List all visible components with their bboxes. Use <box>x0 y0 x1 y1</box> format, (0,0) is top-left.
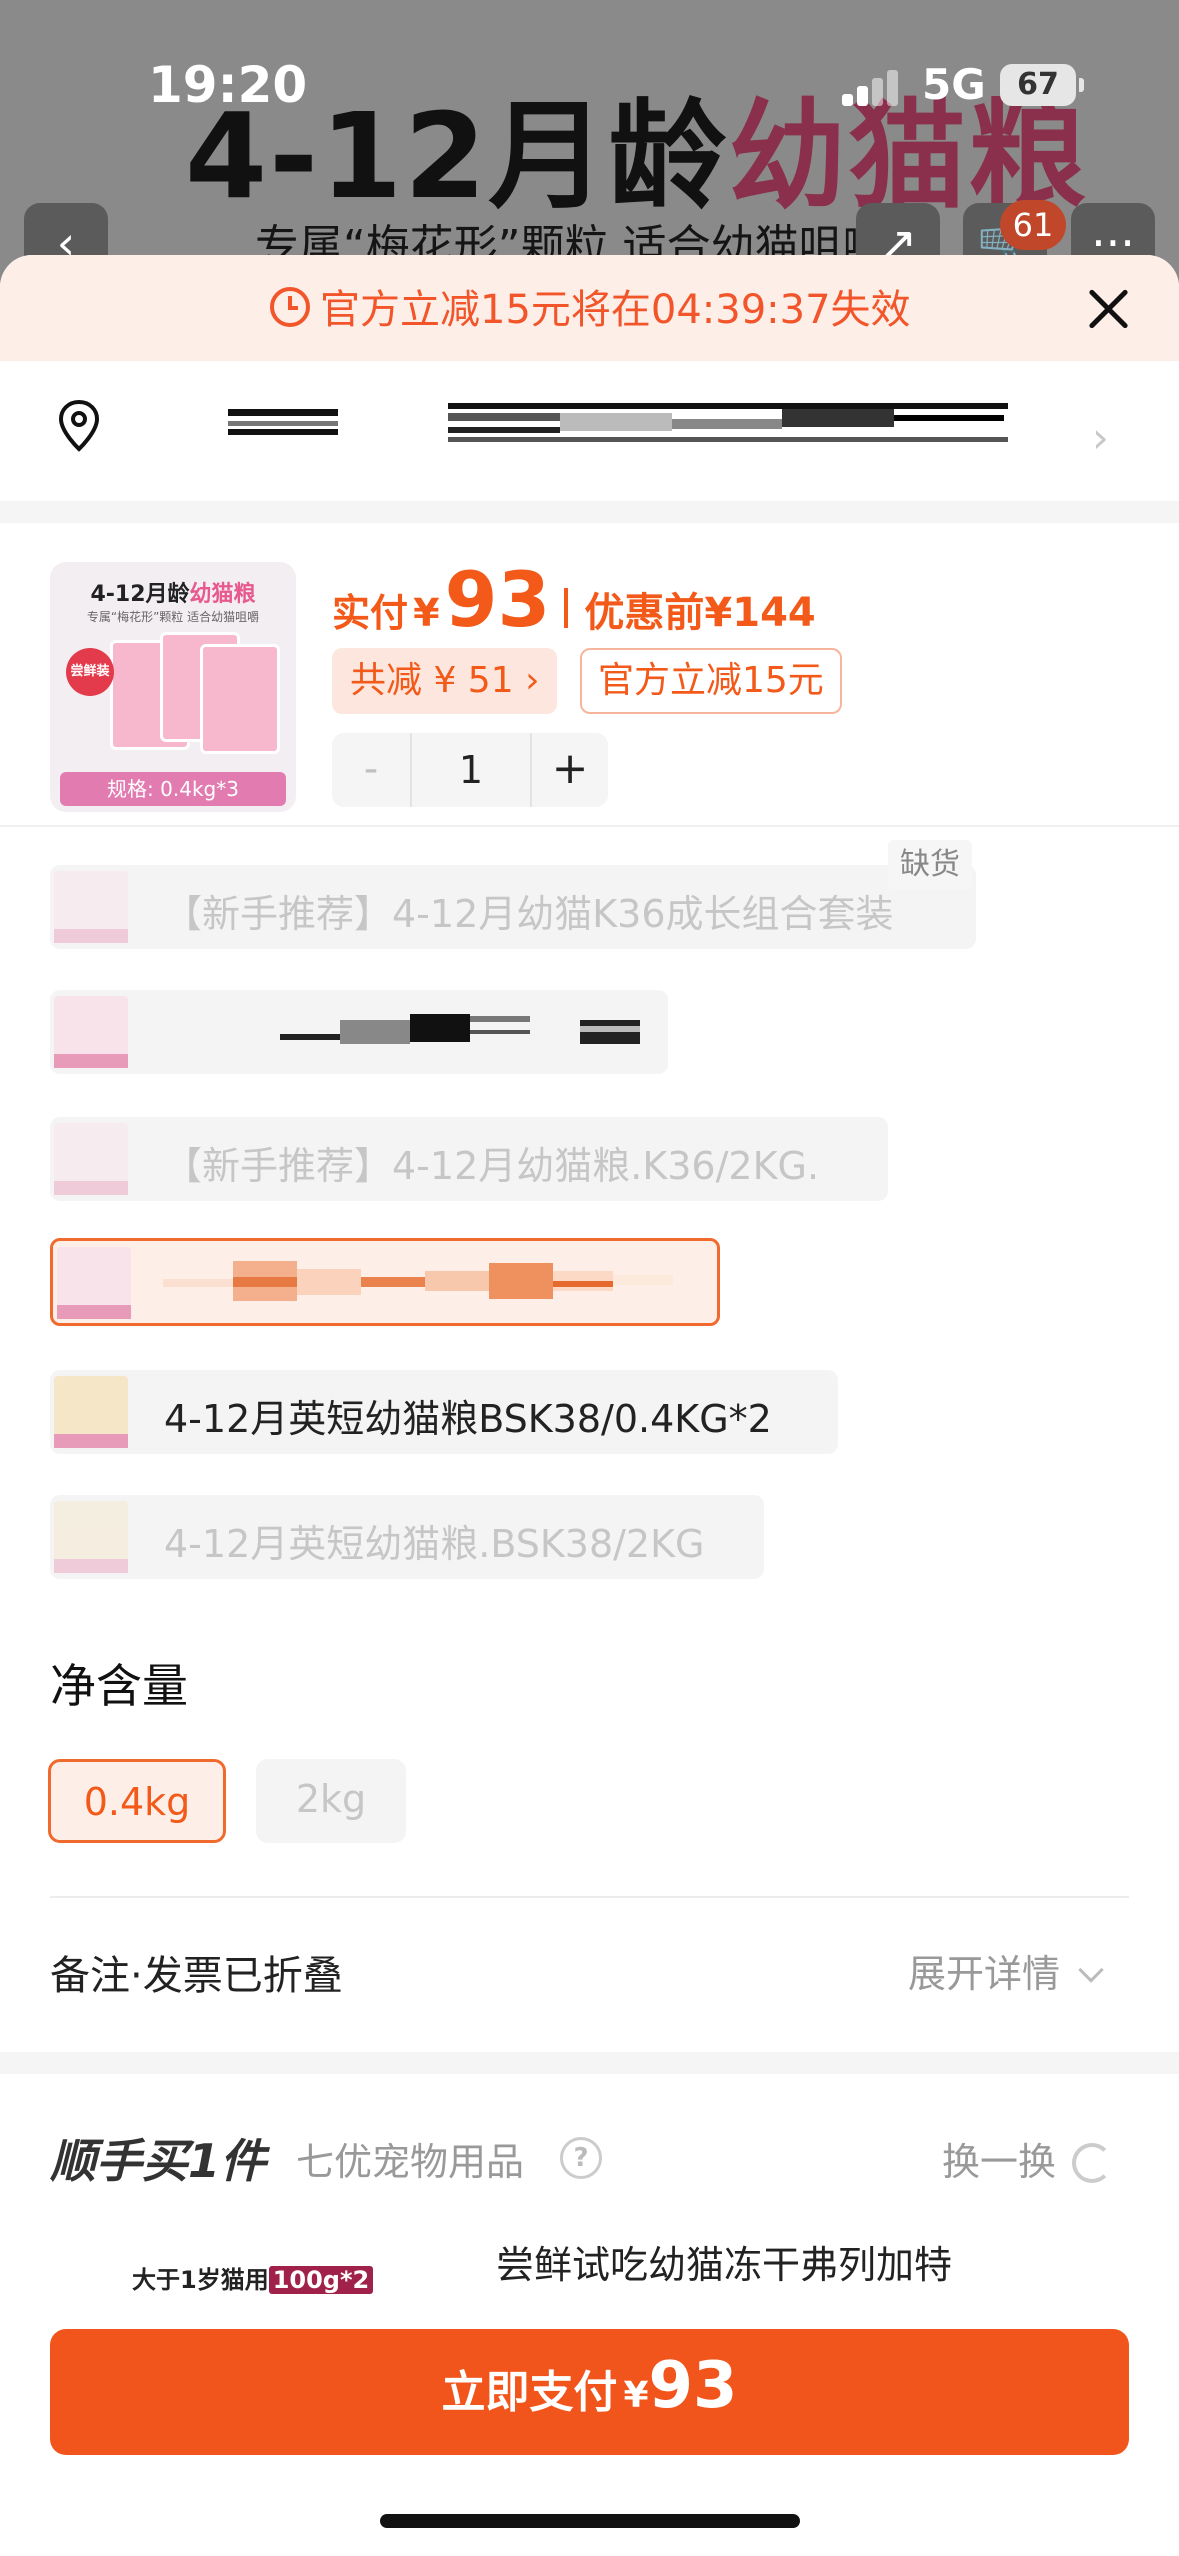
promo-bar: 官方立减15元将在04:39:37失效 <box>0 255 1179 361</box>
product-bag-image <box>200 644 280 754</box>
total-discount-tag[interactable]: 共减 ¥ 51 › <box>332 648 558 714</box>
thumb-subtitle: 专属“梅花形”颗粒 适合幼猫咀嚼 <box>86 610 260 624</box>
notes-invoice-label: 备注·发票已折叠 <box>50 1953 343 1999</box>
pay-currency: ¥ <box>623 2375 649 2416</box>
divider <box>0 825 1179 827</box>
variant-option[interactable]: 4-12月英短幼猫粮.BSK38/2KG <box>50 1495 764 1579</box>
variant-option-selected[interactable] <box>50 1238 720 1326</box>
divider <box>564 588 569 628</box>
addon-product-name[interactable]: 尝鲜试吃幼猫冻干弗列加特 <box>496 2234 952 2289</box>
chevron-down-icon <box>1078 1957 1104 1983</box>
home-indicator[interactable] <box>380 2514 800 2528</box>
thumb-title-pink: 幼猫粮 <box>189 582 256 607</box>
cart-count-badge: 61 <box>1000 200 1066 250</box>
section-gap <box>0 2052 1179 2074</box>
addon-image-caption: 大于1岁猫用 100g*2 <box>132 2260 374 2295</box>
variant-option[interactable]: 【新手推荐】4-12月幼猫粮.K36/2KG. <box>50 1117 888 1201</box>
pay-label: 立即支付 <box>441 2367 618 2418</box>
price-currency: ¥ <box>413 591 440 635</box>
chevron-right-icon: › <box>1092 413 1109 462</box>
addon-shop-name: 七优宠物用品 <box>296 2140 525 2184</box>
expand-details-button[interactable]: 展开详情 <box>908 1943 1104 1998</box>
thumb-title: 4-12月龄 <box>90 582 190 607</box>
addon-title: 顺手买1件 <box>50 2134 267 2188</box>
pay-now-button[interactable]: 立即支付 ¥93 <box>50 2329 1129 2455</box>
variant-thumbnail <box>54 1501 128 1573</box>
address-row[interactable]: › <box>0 361 1179 501</box>
variant-option[interactable] <box>50 990 668 1074</box>
increase-button[interactable]: + <box>532 733 608 807</box>
pay-amount: 93 <box>648 2349 738 2423</box>
quantity-value[interactable]: 1 <box>410 733 532 807</box>
variant-label: 【新手推荐】4-12月幼猫粮.K36/2KG. <box>164 1144 820 1188</box>
location-pin-icon <box>58 399 100 452</box>
official-discount-tag: 官方立减15元 <box>580 648 842 714</box>
status-bar: 19:20 5G 67 <box>0 0 1179 150</box>
net-weight-title: 净含量 <box>50 1659 188 1713</box>
thumb-badge: 尝鲜装 <box>66 648 114 696</box>
variant-label: 4-12月英短幼猫粮BSK38/0.4KG*2 <box>164 1397 772 1441</box>
section-gap <box>0 501 1179 523</box>
network-type: 5G <box>922 60 986 109</box>
divider <box>50 1896 1129 1898</box>
variant-option[interactable]: 4-12月英短幼猫粮BSK38/0.4KG*2 <box>50 1370 838 1454</box>
weight-option-selected[interactable]: 0.4kg <box>48 1759 226 1843</box>
variant-thumbnail <box>54 996 128 1068</box>
status-time: 19:20 <box>148 56 308 114</box>
product-thumbnail[interactable]: 4-12月龄幼猫粮 专属“梅花形”颗粒 适合幼猫咀嚼 尝鲜装 规格: 0.4kg… <box>50 562 296 812</box>
price-line: 实付 ¥ 93 优惠前¥144 <box>332 555 816 644</box>
refresh-icon <box>1072 2143 1113 2183</box>
help-icon[interactable]: ? <box>560 2137 602 2179</box>
variant-label: 4-12月英短幼猫粮.BSK38/2KG <box>164 1522 705 1566</box>
weight-option[interactable]: 2kg <box>256 1759 406 1843</box>
variant-label: 【新手推荐】4-12月幼猫K36成长组合套装 <box>164 892 894 936</box>
out-of-stock-badge: 缺货 <box>888 840 972 890</box>
variant-thumbnail <box>54 1123 128 1195</box>
swap-button[interactable]: 换一换 <box>942 2131 1113 2186</box>
original-price: ¥144 <box>704 590 816 636</box>
close-icon[interactable] <box>1086 287 1130 331</box>
promo-text: 官方立减15元将在04:39:37失效 <box>320 287 911 333</box>
addon-image-badge: 100g*2 <box>268 2266 374 2294</box>
decrease-button[interactable]: - <box>332 733 410 807</box>
battery-icon: 67 <box>1000 64 1084 106</box>
signal-icon <box>842 70 898 106</box>
price-label: 实付 <box>332 591 409 635</box>
original-price-label: 优惠前 <box>584 590 705 636</box>
variant-option[interactable]: 【新手推荐】4-12月幼猫K36成长组合套装 <box>50 865 976 949</box>
price-value: 93 <box>444 555 551 644</box>
variant-thumbnail <box>57 1247 131 1319</box>
variant-thumbnail <box>54 1376 128 1448</box>
chevron-right-icon: › <box>525 660 540 701</box>
quantity-stepper: - 1 + <box>332 733 608 807</box>
thumb-spec-label: 规格: 0.4kg*3 <box>60 772 286 806</box>
purchase-sheet: 官方立减15元将在04:39:37失效 › 4-12月龄幼猫粮 专属“梅花形”颗… <box>0 255 1179 2556</box>
variant-thumbnail <box>54 871 128 943</box>
